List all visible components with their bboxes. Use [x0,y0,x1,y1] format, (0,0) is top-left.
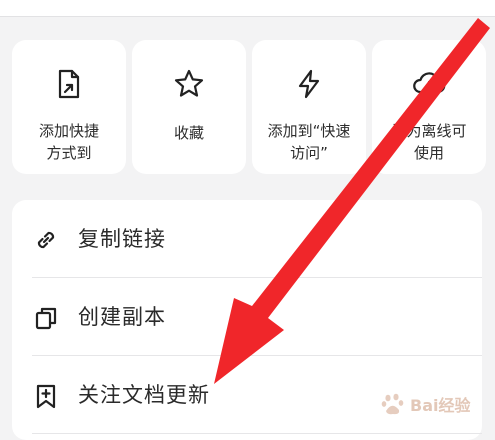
paw-logo [381,393,404,415]
annotation-arrow [214,18,490,384]
watermark-text: Bai经验 [410,396,471,415]
watermark: Bai经验 [380,384,490,424]
divider [32,433,482,434]
